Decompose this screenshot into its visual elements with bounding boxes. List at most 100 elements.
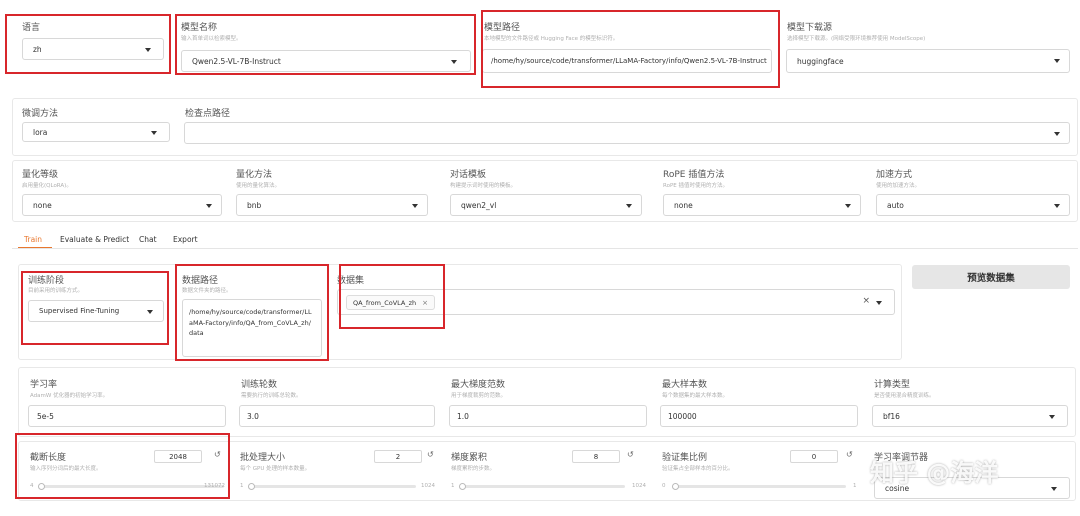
stage-select[interactable]: Supervised Fine-Tuning xyxy=(28,300,164,322)
checkpoint-label: 检查点路径 xyxy=(185,109,231,119)
finetune-select[interactable]: lora xyxy=(22,122,170,142)
epochs-input[interactable]: 3.0 xyxy=(239,405,435,427)
cutoff-max: 131072 xyxy=(204,483,225,489)
val-size-slider[interactable] xyxy=(672,483,846,490)
grad-accum-slider[interactable] xyxy=(459,483,625,490)
cutoff-reset-icon[interactable]: ↺ xyxy=(214,450,221,459)
compute-type-select[interactable]: bf16 xyxy=(872,405,1068,427)
grad-norm-value: 1.0 xyxy=(457,411,469,421)
watermark: 知乎 @海洋 xyxy=(870,459,999,487)
cutoff-slider[interactable] xyxy=(38,483,224,490)
template-value: qwen2_vl xyxy=(461,200,497,210)
booster-select[interactable]: auto xyxy=(876,194,1070,216)
val-size-reset-icon[interactable]: ↺ xyxy=(846,450,853,459)
lr-value: 5e-5 xyxy=(37,411,54,421)
tab-divider xyxy=(12,248,1078,249)
template-hint: 构建提示词时使用的模板。 xyxy=(450,183,517,189)
stage-value: Supervised Fine-Tuning xyxy=(39,307,120,315)
tab-chat[interactable]: Chat xyxy=(139,235,157,244)
val-size-slider-handle[interactable] xyxy=(672,483,679,490)
chevron-down-icon xyxy=(145,48,151,52)
dataset-dir-hint: 数据文件夹的路径。 xyxy=(182,288,232,294)
model-name-hint: 输入首单词以检索模型。 xyxy=(181,36,242,42)
template-label: 对话模板 xyxy=(450,170,487,180)
batch-slider-handle[interactable] xyxy=(248,483,255,490)
quant-method-select[interactable]: bnb xyxy=(236,194,428,216)
val-size-min: 0 xyxy=(662,483,666,489)
batch-number-input[interactable]: 2 xyxy=(374,450,422,463)
batch-label: 批处理大小 xyxy=(240,453,286,463)
max-samples-value: 100000 xyxy=(668,411,697,421)
model-name-value: Qwen2.5-VL-7B-Instruct xyxy=(192,56,281,66)
clear-icon[interactable]: × xyxy=(862,296,870,306)
model-source-select[interactable]: huggingface xyxy=(786,49,1070,73)
cutoff-hint: 输入序列分词后的最大长度。 xyxy=(30,466,102,472)
cutoff-slider-handle[interactable] xyxy=(38,483,45,490)
model-path-label: 模型路径 xyxy=(484,23,521,33)
grad-accum-number-input[interactable]: 8 xyxy=(572,450,620,463)
val-size-max: 1 xyxy=(853,483,857,489)
chevron-down-icon xyxy=(147,310,153,314)
stage-label: 训练阶段 xyxy=(28,276,65,286)
val-size-number-input[interactable]: 0 xyxy=(790,450,838,463)
chevron-down-icon xyxy=(626,204,632,208)
cutoff-label: 截断长度 xyxy=(30,453,67,463)
grad-accum-hint: 梯度累积的步数。 xyxy=(451,466,496,472)
batch-slider[interactable] xyxy=(248,483,416,490)
quant-bit-select[interactable]: none xyxy=(22,194,222,216)
dataset-select[interactable]: QA_from_CoVLA_zh × × xyxy=(337,289,895,315)
tab-train[interactable]: Train xyxy=(24,235,42,244)
batch-reset-icon[interactable]: ↺ xyxy=(427,450,434,459)
stage-hint: 目前采用的训练方式。 xyxy=(28,288,84,294)
epochs-value: 3.0 xyxy=(247,411,259,421)
dataset-dir-input[interactable]: /home/hy/source/code/transformer/LLaMA-F… xyxy=(182,299,322,357)
preview-dataset-button[interactable]: 预览数据集 xyxy=(912,265,1070,289)
finetune-value: lora xyxy=(33,127,48,137)
chevron-down-icon xyxy=(151,131,157,135)
language-label: 语言 xyxy=(22,23,41,33)
batch-hint: 每个 GPU 处理的样本数量。 xyxy=(240,466,311,472)
template-select[interactable]: qwen2_vl xyxy=(450,194,642,216)
chevron-down-icon xyxy=(1054,132,1060,136)
val-size-label: 验证集比例 xyxy=(662,453,708,463)
tab-export[interactable]: Export xyxy=(173,235,198,244)
rope-value: none xyxy=(674,200,693,210)
rope-select[interactable]: none xyxy=(663,194,861,216)
compute-type-value: bf16 xyxy=(883,411,900,421)
model-path-input[interactable]: /home/hy/source/code/transformer/LLaMA-F… xyxy=(482,49,772,73)
checkpoint-select[interactable] xyxy=(184,122,1070,144)
finetune-label: 微调方法 xyxy=(22,109,59,119)
model-path-value: /home/hy/source/code/transformer/LLaMA-F… xyxy=(491,57,767,65)
grad-accum-min: 1 xyxy=(451,483,455,489)
lr-hint: AdamW 优化器的初始学习率。 xyxy=(30,393,109,399)
chip-close-icon[interactable]: × xyxy=(422,299,428,307)
model-name-select[interactable]: Qwen2.5-VL-7B-Instruct xyxy=(181,50,471,72)
chevron-down-icon xyxy=(451,60,457,64)
batch-min: 1 xyxy=(240,483,244,489)
grad-norm-label: 最大梯度范数 xyxy=(451,380,506,390)
chevron-down-icon xyxy=(845,204,851,208)
grad-accum-max: 1024 xyxy=(632,483,646,489)
cutoff-min: 4 xyxy=(30,483,34,489)
dataset-dir-value: /home/hy/source/code/transformer/LLaMA-F… xyxy=(189,308,312,337)
grad-accum-reset-icon[interactable]: ↺ xyxy=(627,450,634,459)
chevron-down-icon xyxy=(876,301,882,305)
quant-bit-label: 量化等级 xyxy=(22,170,59,180)
max-samples-label: 最大样本数 xyxy=(662,380,708,390)
grad-norm-input[interactable]: 1.0 xyxy=(449,405,647,427)
dataset-chip-label: QA_from_CoVLA_zh xyxy=(353,298,417,307)
lr-label: 学习率 xyxy=(30,380,58,390)
grad-accum-slider-handle[interactable] xyxy=(459,483,466,490)
dataset-dir-label: 数据路径 xyxy=(182,276,219,286)
val-size-hint: 验证集占全部样本的百分比。 xyxy=(662,466,734,472)
lr-input[interactable]: 5e-5 xyxy=(28,405,226,427)
language-select[interactable]: zh xyxy=(22,38,164,60)
model-path-hint: 本地模型的文件路径或 Hugging Face 的模型标识符。 xyxy=(484,36,619,42)
language-value: zh xyxy=(33,44,42,54)
max-samples-input[interactable]: 100000 xyxy=(660,405,858,427)
model-source-label: 模型下载源 xyxy=(787,23,833,33)
dataset-chip[interactable]: QA_from_CoVLA_zh × xyxy=(346,295,436,310)
tab-evaluate[interactable]: Evaluate & Predict xyxy=(60,235,129,244)
cutoff-number-input[interactable]: 2048 xyxy=(154,450,202,463)
rope-hint: RoPE 插值时使用的方法。 xyxy=(663,183,728,189)
